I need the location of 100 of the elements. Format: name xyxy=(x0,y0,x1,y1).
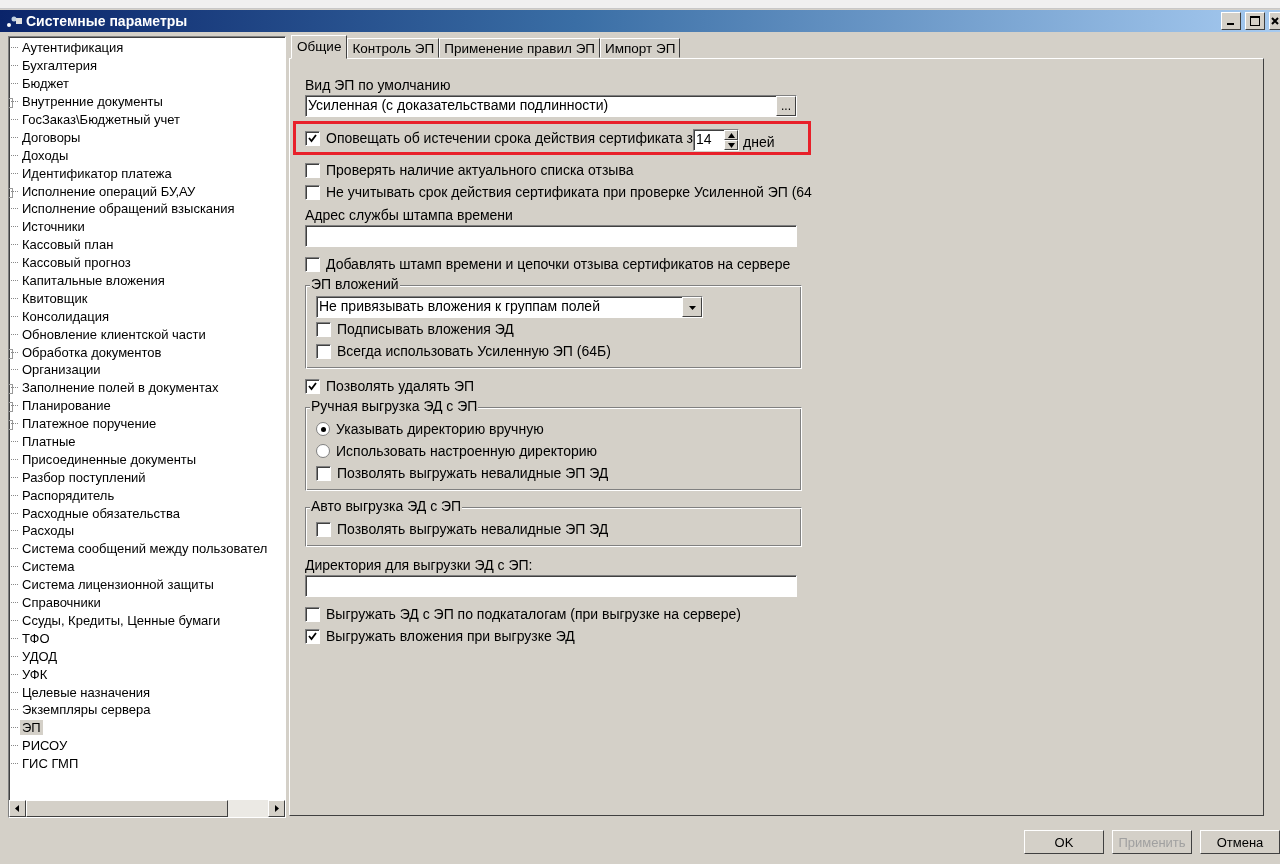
tree-item[interactable]: РИСОУ xyxy=(20,738,70,754)
scroll-left-button[interactable] xyxy=(9,800,26,817)
radio-button[interactable] xyxy=(316,422,330,436)
expander-icon[interactable] xyxy=(9,348,13,359)
tab[interactable]: Общие xyxy=(291,35,348,59)
tree-item[interactable]: Внутренние документы xyxy=(20,94,165,110)
expander-icon[interactable] xyxy=(9,402,13,413)
scroll-right-button[interactable] xyxy=(268,800,285,817)
tree-item[interactable]: УДОД xyxy=(20,648,60,664)
tree-item[interactable]: Бюджет xyxy=(20,76,72,92)
tree-item[interactable]: Ссуды, Кредиты, Ценные бумаги xyxy=(20,612,223,628)
tab[interactable]: Применение правил ЭП xyxy=(439,38,601,58)
checkbox[interactable] xyxy=(305,378,320,394)
checkbox-label: Позволять выгружать невалидные ЭП ЭД xyxy=(337,521,609,537)
field-label: Директория для выгрузки ЭД с ЭП: xyxy=(305,557,534,575)
tree-item[interactable]: Договоры xyxy=(20,129,83,145)
tree-item[interactable]: Обработка документов xyxy=(20,344,164,360)
left-arrow-icon xyxy=(14,805,21,812)
checkbox[interactable] xyxy=(305,256,320,272)
checkbox-label: Не учитывать срок действия сертификата при проверке Усиленной ЭП (64 xyxy=(326,184,812,200)
tree-item[interactable]: Система сообщений между пользовател xyxy=(20,541,270,557)
tree-item[interactable]: Целевые назначения xyxy=(20,684,153,700)
tree-item[interactable]: ГосЗаказ\Бюджетный учет xyxy=(20,112,183,127)
checkbox[interactable] xyxy=(305,606,320,622)
field-label: Адрес службы штампа времени xyxy=(305,207,514,225)
expander-icon[interactable] xyxy=(9,187,13,198)
tree-item[interactable]: Капитальные вложения xyxy=(20,273,167,288)
check-icon xyxy=(308,133,317,143)
tab[interactable]: Импорт ЭП xyxy=(600,38,681,58)
tab[interactable]: Контроль ЭП xyxy=(347,38,440,58)
window-title: Системные параметры xyxy=(26,13,189,29)
caret-icon xyxy=(688,303,696,311)
down-arrow-icon xyxy=(727,141,735,149)
input-field[interactable] xyxy=(305,575,797,597)
dialog-button[interactable]: OK xyxy=(1024,830,1104,854)
tree-item[interactable]: Разбор поступлений xyxy=(20,469,148,485)
tree-item[interactable]: ЭП xyxy=(20,720,43,736)
radio-label: Указывать директорию вручную xyxy=(336,421,544,437)
tree-item[interactable]: Кассовый план xyxy=(20,237,116,253)
checkbox-label: Добавлять штамп времени и цепочки отзыва сертификатов на сервере xyxy=(326,256,791,272)
checkbox[interactable] xyxy=(316,465,331,481)
tree-item[interactable]: Источники xyxy=(20,219,87,235)
checkbox-label: Выгружать ЭД с ЭП по подкаталогам (при выгрузке на сервере) xyxy=(326,606,741,622)
radio-label: Использовать настроенную директорию xyxy=(336,443,598,459)
maximize-button[interactable] xyxy=(1245,12,1265,30)
tree-item[interactable]: Экземпляры сервера xyxy=(20,702,153,718)
tree-item[interactable]: Платные xyxy=(20,434,78,450)
input-field[interactable] xyxy=(305,225,797,247)
expander-icon[interactable] xyxy=(9,420,13,431)
radio-button[interactable] xyxy=(316,444,330,458)
tree-item[interactable]: Платежное поручение xyxy=(20,416,159,432)
checkbox-label: Выгружать вложения при выгрузке ЭД xyxy=(326,628,575,644)
checkbox[interactable] xyxy=(305,628,320,644)
tree-item[interactable]: Исполнение операций БУ,АУ xyxy=(20,183,198,199)
tree-item[interactable]: Консолидация xyxy=(20,308,111,324)
close-button[interactable] xyxy=(1269,12,1280,30)
tree-item[interactable]: Расходы xyxy=(20,523,77,539)
checkbox-label: Позволять удалять ЭП xyxy=(326,378,475,394)
dialog-button[interactable]: Отмена xyxy=(1200,830,1280,854)
tree-item[interactable]: Справочники xyxy=(20,595,103,611)
checkbox-label: Подписывать вложения ЭД xyxy=(337,321,514,337)
tree-item[interactable]: УФК xyxy=(20,666,50,682)
tree-item[interactable]: Аутентификация xyxy=(20,40,126,56)
dropdown-field[interactable]: Не привязывать вложения к группам полей xyxy=(316,296,703,318)
tree-item[interactable]: Обновление клиентской части xyxy=(20,326,208,342)
tree-item[interactable]: Идентификатор платежа xyxy=(20,165,174,181)
browse-button[interactable]: ... xyxy=(776,96,796,116)
tree-item[interactable]: Распорядитель xyxy=(20,487,117,503)
minimize-button[interactable] xyxy=(1221,12,1241,30)
tree-item[interactable]: Расходные обязательства xyxy=(20,505,182,521)
check-icon xyxy=(308,381,317,391)
tree-item[interactable]: Система лицензионной защиты xyxy=(20,577,216,593)
tree-item[interactable]: Организации xyxy=(20,362,103,378)
checkbox[interactable] xyxy=(316,321,331,337)
checkbox[interactable] xyxy=(316,521,331,537)
checkbox[interactable] xyxy=(305,162,320,178)
tree-item[interactable]: Бухгалтерия xyxy=(20,58,100,74)
tree-item[interactable]: ГИС ГМП xyxy=(20,756,81,772)
tree-item[interactable]: Система xyxy=(20,559,77,575)
expander-icon[interactable] xyxy=(9,98,13,109)
dropdown-button[interactable] xyxy=(682,297,702,317)
tree-item[interactable]: Исполнение обращений взыскания xyxy=(20,201,237,217)
tree-item[interactable]: ТФО xyxy=(20,630,52,646)
app-icon xyxy=(6,14,22,28)
tree-item[interactable]: Кассовый прогноз xyxy=(20,255,133,271)
unit-label: дней xyxy=(743,134,775,150)
picker-field[interactable]: Усиленная (с доказательствами подлинности) ... xyxy=(305,95,797,117)
checkbox[interactable] xyxy=(305,130,320,146)
expander-icon[interactable] xyxy=(9,384,13,395)
checkbox[interactable] xyxy=(316,343,331,359)
group-title: Авто выгрузка ЭД с ЭП xyxy=(310,498,463,514)
check-icon xyxy=(308,631,317,641)
tree-item[interactable]: Доходы xyxy=(20,147,71,163)
tree-item[interactable]: Планирование xyxy=(20,398,113,414)
tree-item[interactable]: Присоединенные документы xyxy=(20,451,199,467)
checkbox[interactable] xyxy=(305,184,320,200)
spin-field[interactable]: 14 xyxy=(693,129,740,151)
scrollbar-thumb[interactable] xyxy=(26,800,228,817)
tree-item[interactable]: Заполнение полей в документах xyxy=(20,380,221,396)
tree-item[interactable]: Квитовщик xyxy=(20,290,90,306)
